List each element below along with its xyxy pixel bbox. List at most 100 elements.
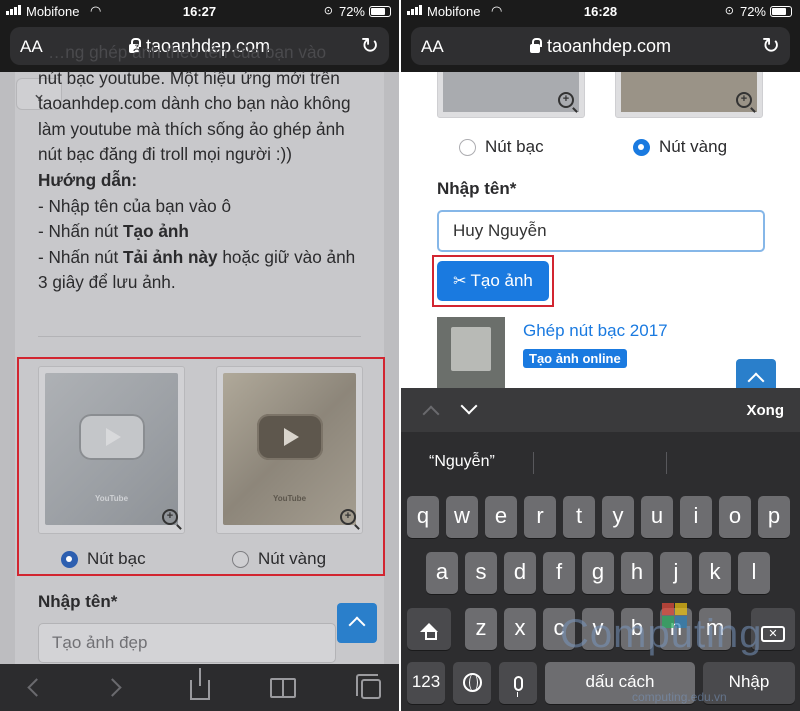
guide-step-3: - Nhấn nút Tải ảnh này hoặc giữ vào ảnh <box>38 246 356 267</box>
key-y[interactable]: y <box>602 496 634 538</box>
safari-toolbar <box>0 664 399 711</box>
option-label: Nút bạc <box>485 137 544 156</box>
zoom-icon[interactable]: + <box>736 92 752 108</box>
radio-gold[interactable] <box>232 550 249 568</box>
key-s[interactable]: s <box>465 552 497 594</box>
template-thumb-gold[interactable]: + <box>615 72 763 118</box>
option-label: Nút vàng <box>258 549 327 568</box>
silver-play-button-image <box>443 72 579 112</box>
key-h[interactable]: h <box>621 552 653 594</box>
next-field-icon[interactable] <box>460 397 478 415</box>
right-phone-screenshot: Mobifone ◠ 16:28 ⊙ 72% AA taoanhdep.com … <box>401 0 800 711</box>
predictive-bar: “Nguyễn” <box>401 432 800 488</box>
youtube-logo: YouTube <box>94 494 129 503</box>
play-icon <box>78 413 145 460</box>
divider <box>38 336 361 337</box>
option-gold[interactable]: Nút vàng <box>232 549 326 569</box>
radio-gold[interactable] <box>633 138 650 156</box>
share-icon[interactable] <box>190 668 210 700</box>
zoom-icon[interactable]: + <box>162 509 178 525</box>
key-o[interactable]: o <box>719 496 751 538</box>
key-j[interactable]: j <box>660 552 692 594</box>
article-line: …ng ghép ảnh theo tên của bạn vào <box>48 42 327 62</box>
shift-key[interactable] <box>407 608 451 650</box>
key-q[interactable]: q <box>407 496 439 538</box>
key-g[interactable]: g <box>582 552 614 594</box>
key-d[interactable]: d <box>504 552 536 594</box>
key-f[interactable]: f <box>543 552 575 594</box>
key-k[interactable]: k <box>699 552 731 594</box>
related-post-badge[interactable]: Tạo ảnh online <box>523 349 627 368</box>
plaque-photo <box>451 327 491 371</box>
suggestion-separator <box>666 452 667 474</box>
gold-play-button-image: YouTube <box>223 373 356 525</box>
reload-icon[interactable]: ↻ <box>762 33 780 59</box>
orientation-lock-icon: ⊙ <box>323 5 333 17</box>
name-input[interactable]: Tạo ảnh đẹp <box>38 623 336 663</box>
option-label: Nút bạc <box>87 549 146 568</box>
create-button-label: Tạo ảnh <box>470 271 533 290</box>
key-x[interactable]: x <box>504 608 536 650</box>
zoom-icon[interactable]: + <box>340 509 356 525</box>
safari-address-bar: AA taoanhdep.com ↻ <box>401 22 800 72</box>
forward-icon[interactable] <box>103 678 122 697</box>
option-silver[interactable]: Nút bạc <box>459 137 544 157</box>
suggestion-separator <box>533 452 534 474</box>
radio-silver[interactable] <box>61 550 78 568</box>
bookmarks-icon[interactable] <box>270 678 296 698</box>
orientation-lock-icon: ⊙ <box>724 5 734 17</box>
scroll-to-top-button[interactable] <box>337 603 377 643</box>
status-bar: Mobifone ◠ 16:27 ⊙ 72% <box>0 0 399 22</box>
ios-keyboard: Xong “Nguyễn” qwertyuiop asdfghjkl zxcvb… <box>401 388 800 711</box>
previous-field-icon[interactable] <box>422 405 440 423</box>
globe-icon <box>462 673 482 692</box>
guide-step-2: - Nhấn nút Tạo ảnh <box>38 221 189 242</box>
template-thumb-silver[interactable]: YouTube + <box>38 366 185 534</box>
option-silver[interactable]: Nút bạc <box>61 549 146 569</box>
microphone-icon <box>513 676 523 697</box>
scroll-to-top-button[interactable] <box>736 359 776 388</box>
article-line: làm youtube mà thích sống ảo ghép ảnh <box>38 118 345 139</box>
key-i[interactable]: i <box>680 496 712 538</box>
suggestion-word[interactable]: “Nguyễn” <box>429 453 495 471</box>
key-u[interactable]: u <box>641 496 673 538</box>
radio-silver[interactable] <box>459 138 476 156</box>
template-thumb-silver[interactable]: + <box>437 72 585 118</box>
numbers-key[interactable]: 123 <box>407 662 445 704</box>
globe-key[interactable] <box>453 662 491 704</box>
key-r[interactable]: r <box>524 496 556 538</box>
key-t[interactable]: t <box>563 496 595 538</box>
key-w[interactable]: w <box>446 496 478 538</box>
dictation-key[interactable] <box>499 662 537 704</box>
create-image-button[interactable]: ✂ Tạo ảnh <box>437 261 549 301</box>
padlock-icon <box>529 38 542 53</box>
guide-heading: Hướng dẫn: <box>38 169 138 190</box>
related-post-title[interactable]: Ghép nút bạc 2017 <box>523 321 668 341</box>
back-icon[interactable] <box>27 678 46 697</box>
url-domain[interactable]: taoanhdep.com <box>411 36 790 57</box>
key-a[interactable]: a <box>426 552 458 594</box>
option-gold[interactable]: Nút vàng <box>633 137 727 157</box>
guide-step-3-cont: 3 giây để lưu ảnh. <box>38 272 176 293</box>
key-p[interactable]: p <box>758 496 790 538</box>
battery-icon <box>369 6 391 17</box>
name-label: Nhập tên* <box>38 592 118 611</box>
play-icon <box>256 413 323 460</box>
create-button-highlight: ✂ Tạo ảnh <box>432 255 554 307</box>
key-z[interactable]: z <box>465 608 497 650</box>
template-thumb-gold[interactable]: YouTube + <box>216 366 363 534</box>
keyboard-accessory-bar: Xong <box>401 388 800 432</box>
shift-icon <box>420 623 438 640</box>
zoom-icon[interactable]: + <box>558 92 574 108</box>
address-field[interactable]: AA taoanhdep.com ↻ <box>411 27 790 65</box>
name-input[interactable]: Huy Nguyễn <box>437 210 765 252</box>
key-e[interactable]: e <box>485 496 517 538</box>
domain-text: taoanhdep.com <box>546 36 672 56</box>
key-l[interactable]: l <box>738 552 770 594</box>
watermark-url: computing.edu.vn <box>632 690 727 704</box>
tabs-icon[interactable] <box>356 674 381 699</box>
done-button[interactable]: Xong <box>747 402 785 419</box>
battery-percent: 72% <box>338 4 365 19</box>
scissors-icon: ✂ <box>453 273 467 290</box>
related-thumbnail[interactable] <box>437 317 505 388</box>
